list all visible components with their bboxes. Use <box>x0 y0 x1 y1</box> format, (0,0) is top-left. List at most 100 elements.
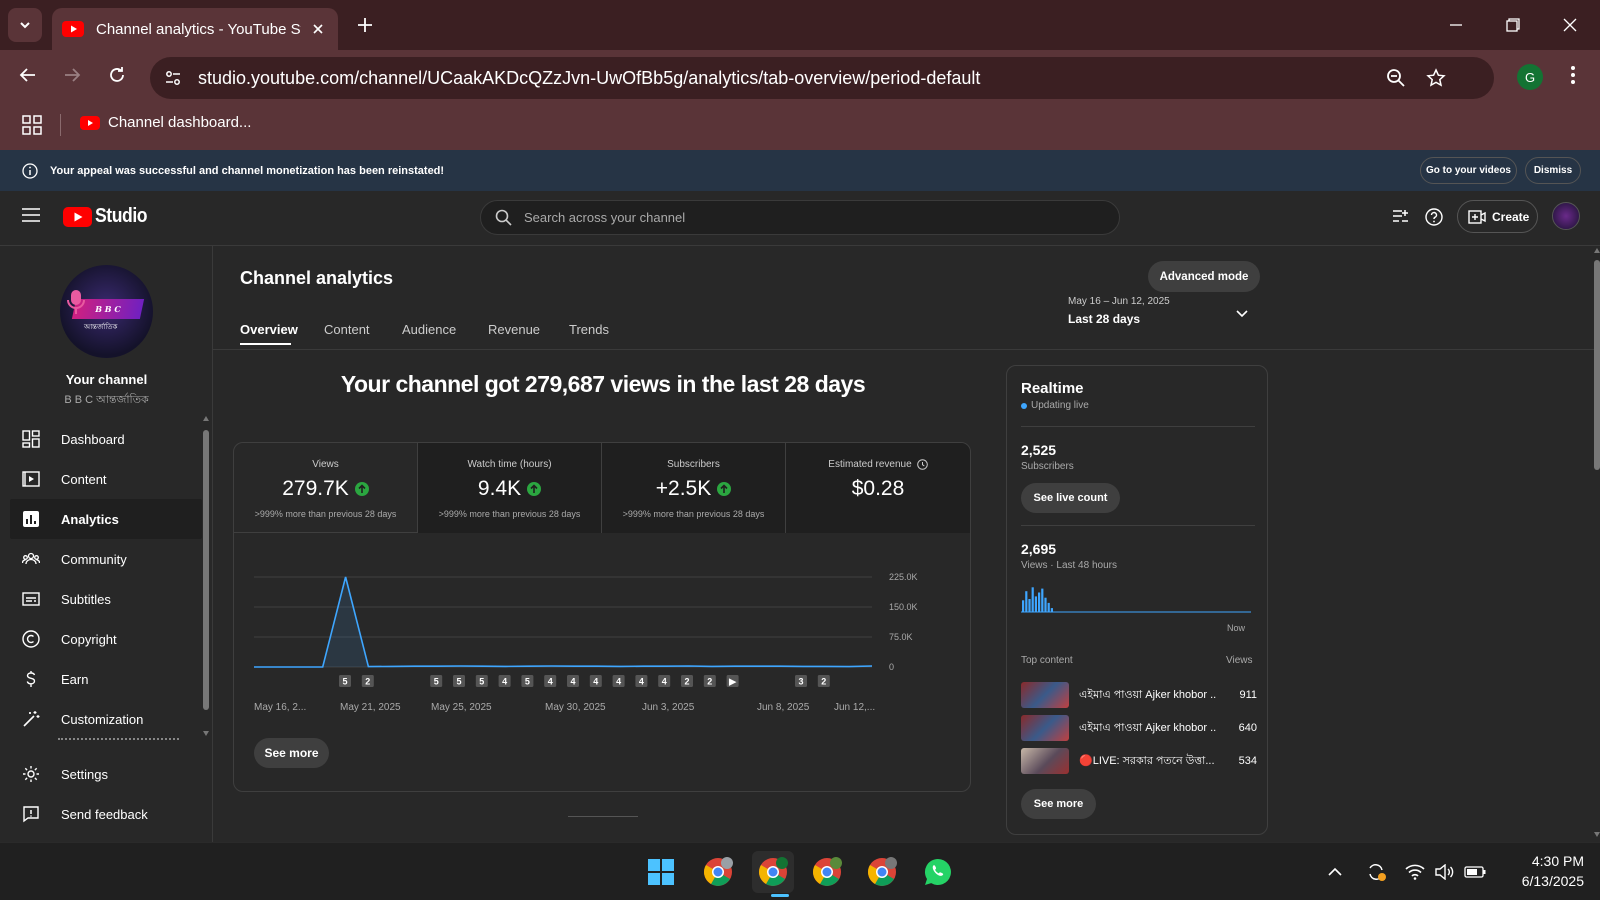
top-content-item[interactable]: এইমাএ পাওয়া Ajker khobor ... 640 <box>1021 715 1257 741</box>
minimize-button[interactable] <box>1443 12 1469 38</box>
sidebar-item-content[interactable]: Content <box>10 459 202 499</box>
scroll-down-arrow-icon[interactable] <box>203 731 209 736</box>
clock[interactable]: 4:30 PM 6/13/2025 <box>1500 853 1584 889</box>
studio-logo[interactable]: Studio <box>63 205 154 228</box>
scroll-up-arrow-icon[interactable] <box>1594 248 1600 253</box>
more-vertical-icon <box>1571 66 1575 84</box>
sidebar-item-dashboard[interactable]: Dashboard <box>10 419 202 459</box>
browser-tab-active[interactable]: Channel analytics - YouTube Studio <box>52 8 338 50</box>
metric-subscribers[interactable]: Subscribers +2.5K >999% more than previo… <box>602 443 786 533</box>
studio-header: Studio Search across your channel Create <box>0 191 1600 246</box>
overview-chart-card: Views 279.7K >999% more than previous 28… <box>233 442 971 792</box>
date-range-picker[interactable]: May 16 – Jun 12, 2025 Last 28 days <box>1068 296 1263 336</box>
taskbar-chrome-2-active[interactable] <box>752 851 794 893</box>
sidebar-item-settings[interactable]: Settings <box>10 754 202 794</box>
help-icon[interactable] <box>1425 208 1443 226</box>
taskbar-whatsapp[interactable] <box>917 851 959 893</box>
metric-watch-time[interactable]: Watch time (hours) 9.4K >999% more than … <box>418 443 602 533</box>
metric-value: $0.28 <box>851 477 905 500</box>
taskbar-chrome-1[interactable] <box>697 851 739 893</box>
metric-views[interactable]: Views 279.7K >999% more than previous 28… <box>234 443 418 533</box>
taskbar-chrome-3[interactable] <box>806 851 848 893</box>
zoom-icon[interactable] <box>1384 66 1408 90</box>
tab-content[interactable]: Content <box>324 322 370 337</box>
back-button[interactable] <box>15 62 41 88</box>
views-line-chart[interactable]: 0 75.0K 150.0K 225.0K 5 2 5 5 5 4 5 4 4 4 4 4 4 2 2 ▶ 3 2 May … <box>234 533 970 733</box>
dismiss-button[interactable]: Dismiss <box>1525 157 1581 184</box>
account-avatar[interactable] <box>1552 202 1580 230</box>
scroll-up-arrow-icon[interactable] <box>203 416 209 421</box>
upload-marker-count: 2 <box>821 677 826 687</box>
go-to-videos-button[interactable]: Go to your videos <box>1420 157 1517 184</box>
community-icon <box>21 549 41 569</box>
realtime-bar <box>1050 608 1053 612</box>
sidebar-item-customization[interactable]: Customization <box>10 699 202 739</box>
taskbar-chrome-4[interactable] <box>861 851 903 893</box>
restore-button[interactable] <box>1500 12 1526 38</box>
customization-icon <box>21 709 41 729</box>
restore-icon <box>1506 18 1520 32</box>
x-tick-label: May 25, 2025 <box>431 702 492 713</box>
volume-icon[interactable] <box>1434 861 1456 883</box>
sidebar-scrollbar[interactable] <box>203 416 209 736</box>
tab-trends[interactable]: Trends <box>569 322 609 337</box>
see-live-count-button[interactable]: See live count <box>1021 483 1120 513</box>
create-button[interactable]: Create <box>1457 200 1538 233</box>
monetization-notice-banner: Your appeal was successful and channel m… <box>0 150 1600 191</box>
upload-marker-count: 4 <box>570 677 575 687</box>
tray-overflow-chevron-icon[interactable] <box>1324 861 1346 883</box>
profile-avatar[interactable]: G <box>1517 64 1543 90</box>
feedback-icon <box>21 804 41 824</box>
forward-button[interactable] <box>59 62 85 88</box>
tab-search-button[interactable] <box>8 8 42 42</box>
new-tab-button[interactable] <box>354 14 376 36</box>
site-info-icon[interactable] <box>162 67 184 89</box>
sidebar-item-feedback[interactable]: Send feedback <box>10 794 202 834</box>
tab-overview[interactable]: Overview <box>240 322 298 337</box>
top-content-item[interactable]: 🔴LIVE: সরকার পতনে উত্তা... 534 <box>1021 748 1257 774</box>
metric-estimated-revenue[interactable]: Estimated revenue $0.28 <box>786 443 970 533</box>
address-bar[interactable]: studio.youtube.com/channel/UCaakAKDcQZzJ… <box>150 57 1494 99</box>
microphone-icon <box>67 290 85 314</box>
tab-close-button[interactable] <box>308 19 328 39</box>
metrics-row: Views 279.7K >999% more than previous 28… <box>234 443 970 533</box>
hamburger-menu-icon[interactable] <box>22 208 40 222</box>
main-scrollbar[interactable] <box>1591 246 1600 842</box>
tab-revenue[interactable]: Revenue <box>488 322 540 337</box>
earn-icon <box>21 669 41 689</box>
bookmark-channel-dashboard[interactable]: Channel dashboard... <box>80 114 251 131</box>
battery-icon[interactable] <box>1464 861 1486 883</box>
wifi-icon[interactable] <box>1404 861 1426 883</box>
browser-menu-button[interactable] <box>1560 62 1586 88</box>
sidebar-item-earn[interactable]: Earn <box>10 659 202 699</box>
realtime-see-more-button[interactable]: See more <box>1021 789 1096 819</box>
sidebar-item-community[interactable]: Community <box>10 539 202 579</box>
upload-marker-count: 5 <box>434 677 439 687</box>
channel-name: B B C আন্তর্জাতিক <box>64 394 149 406</box>
arrow-left-icon <box>19 68 35 82</box>
realtime-bar-chart[interactable] <box>1021 584 1255 618</box>
bookmark-star-icon[interactable] <box>1424 66 1448 90</box>
top-content-item[interactable]: এইমাএ পাওয়া Ajker khobor ... 911 <box>1021 682 1257 708</box>
main-scroll-thumb[interactable] <box>1594 260 1600 470</box>
channel-search[interactable]: Search across your channel <box>480 200 1120 235</box>
upload-marker-count: 2 <box>684 677 689 687</box>
advanced-mode-button[interactable]: Advanced mode <box>1148 261 1260 292</box>
tab-audience[interactable]: Audience <box>402 322 456 337</box>
sync-icon[interactable] <box>1365 861 1387 883</box>
sidebar-item-analytics[interactable]: Analytics <box>10 499 202 539</box>
views-area <box>254 577 872 667</box>
close-window-button[interactable] <box>1557 12 1583 38</box>
chart-see-more-button[interactable]: See more <box>254 738 329 768</box>
scroll-down-arrow-icon[interactable] <box>1594 832 1600 837</box>
apps-grid-icon[interactable] <box>22 115 42 135</box>
start-button[interactable] <box>640 851 682 893</box>
whats-new-icon[interactable] <box>1391 208 1409 226</box>
channel-avatar[interactable]: B B C আন্তর্জাতিক <box>60 265 153 358</box>
chevron-down-icon <box>20 22 30 29</box>
realtime-bar <box>1028 599 1031 612</box>
sidebar-item-subtitles[interactable]: Subtitles <box>10 579 202 619</box>
sidebar-scroll-thumb[interactable] <box>203 430 209 710</box>
reload-button[interactable] <box>104 62 130 88</box>
sidebar-item-copyright[interactable]: Copyright <box>10 619 202 659</box>
